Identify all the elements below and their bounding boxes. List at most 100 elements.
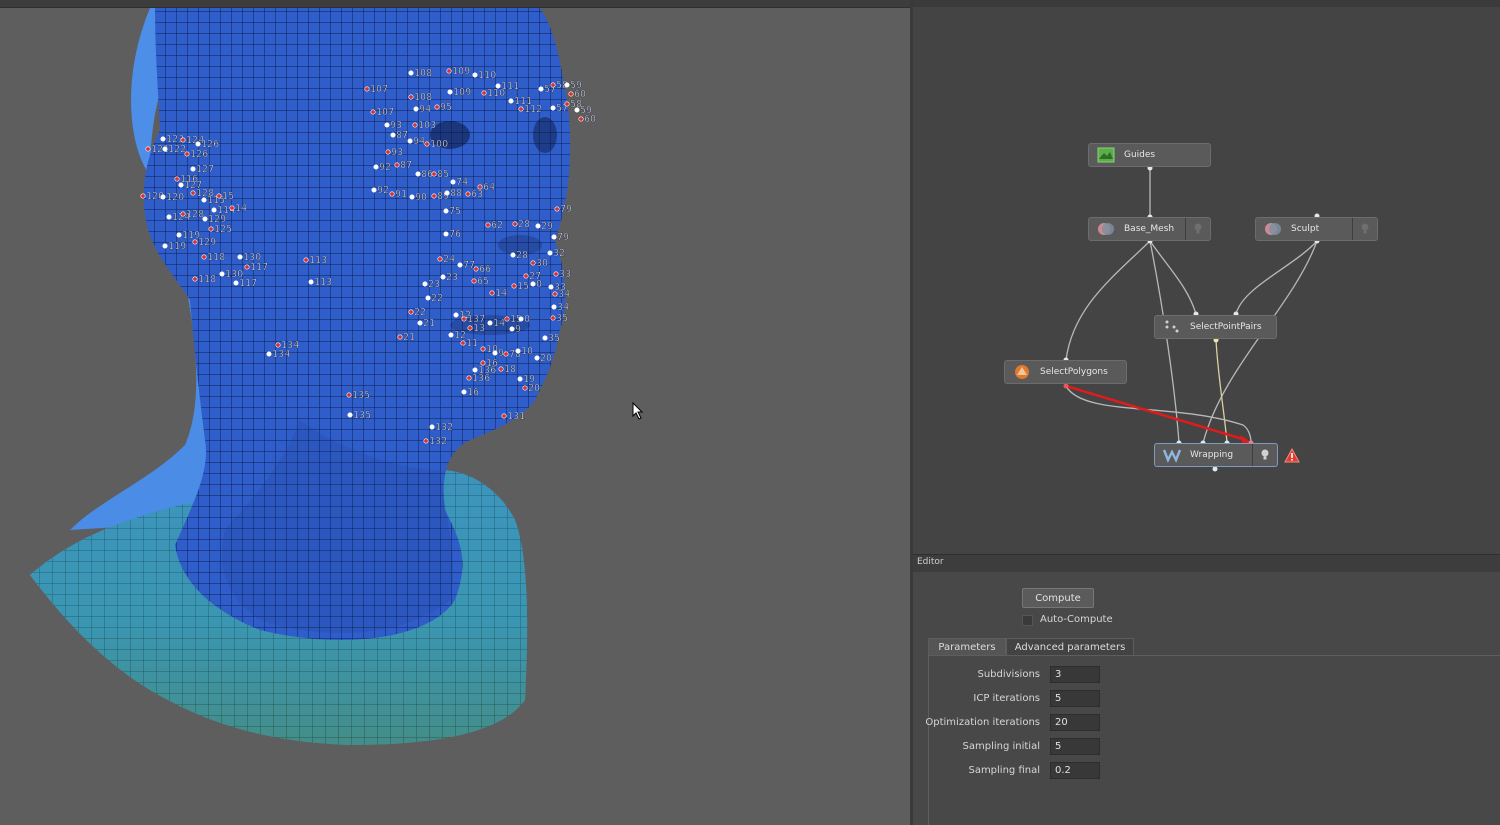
landmark-label: 23 — [428, 279, 440, 290]
landmark-label: 117 — [239, 278, 257, 289]
landmark-label: 15 — [517, 281, 529, 292]
guides-icon — [1097, 147, 1115, 163]
landmark-marker — [530, 260, 536, 266]
node-label: SelectPointPairs — [1190, 322, 1262, 332]
landmark-marker — [389, 191, 395, 197]
landmark-label: 14 — [493, 318, 505, 329]
landmark-marker — [408, 94, 414, 100]
sampling-initial-field[interactable]: 5 — [1050, 738, 1100, 755]
landmark-marker — [216, 193, 222, 199]
landmark-marker — [160, 136, 166, 142]
landmark-marker — [244, 264, 250, 270]
visibility-bulb-icon[interactable] — [1191, 222, 1205, 236]
landmark-marker — [364, 86, 370, 92]
landmark-marker — [538, 86, 544, 92]
landmark-marker — [408, 70, 414, 76]
auto-compute-label: Auto-Compute — [1040, 614, 1113, 625]
node-base-mesh[interactable]: Base_Mesh — [1088, 217, 1211, 241]
landmark-label: 90 — [415, 192, 427, 203]
landmark-label: 63 — [471, 189, 483, 200]
landmark-label: 107 — [376, 107, 394, 118]
landmark-marker — [385, 149, 391, 155]
landmark-marker — [457, 262, 463, 268]
landmark-marker — [422, 281, 428, 287]
landmark-marker — [140, 193, 146, 199]
landmark-marker — [473, 266, 479, 272]
landmark-marker — [510, 252, 516, 258]
node-label: Base_Mesh — [1124, 224, 1175, 234]
landmark-marker — [202, 216, 208, 222]
landmark-label: 107 — [370, 84, 388, 95]
landmark-marker — [508, 98, 514, 104]
landmark-marker — [550, 315, 556, 321]
landmark-marker — [415, 171, 421, 177]
subdivisions-field[interactable]: 3 — [1050, 666, 1100, 683]
node-guides[interactable]: Guides — [1088, 143, 1211, 167]
landmark-label: 120 — [166, 192, 184, 203]
landmark-marker — [443, 208, 449, 214]
compute-button[interactable]: Compute — [1022, 588, 1094, 608]
warning-triangle-icon[interactable] — [1284, 448, 1300, 463]
node-sculpt[interactable]: Sculpt — [1255, 217, 1378, 241]
landmark-label: 128 — [186, 209, 204, 220]
landmark-label: 135 — [352, 390, 370, 401]
editor-panel: Compute Auto-Compute Parameters Advanced… — [913, 572, 1500, 825]
node-label: Wrapping — [1190, 450, 1234, 460]
icp-iterations-field[interactable]: 5 — [1050, 690, 1100, 707]
landmark-marker — [460, 340, 466, 346]
node-wrapping[interactable]: Wrapping — [1154, 443, 1278, 467]
landmark-label: 95 — [440, 102, 452, 113]
landmark-label: 92 — [377, 185, 389, 196]
landmark-marker — [487, 320, 493, 326]
tab-parameters[interactable]: Parameters — [928, 638, 1006, 656]
landmark-marker — [347, 412, 353, 418]
landmark-marker — [503, 351, 509, 357]
landmark-marker — [511, 283, 517, 289]
landmark-marker — [453, 312, 459, 318]
landmark-marker — [446, 68, 452, 74]
node-graph-panel[interactable]: Guides Base_Mesh Sculpt SelectPointPairs — [913, 7, 1500, 554]
node-select-polygons[interactable]: SelectPolygons — [1004, 360, 1127, 384]
landmark-marker — [542, 335, 548, 341]
viewport-tab-strip — [0, 0, 910, 8]
landmark-label: 134 — [272, 349, 290, 360]
tab-advanced-parameters[interactable]: Advanced parameters — [1006, 638, 1134, 656]
landmark-marker — [195, 141, 201, 147]
visibility-bulb-icon[interactable] — [1358, 222, 1372, 236]
landmark-label: 86 — [421, 169, 433, 180]
optimization-iterations-label: Optimization iterations — [925, 717, 1040, 728]
auto-compute-checkbox[interactable] — [1022, 615, 1033, 626]
params-frame — [928, 656, 929, 825]
landmark-marker — [425, 295, 431, 301]
landmark-marker — [450, 179, 456, 185]
sampling-final-field[interactable]: 0.2 — [1050, 762, 1100, 779]
landmark-label: 93 — [391, 147, 403, 158]
landmark-marker — [515, 348, 521, 354]
landmark-label: 10 — [521, 346, 533, 357]
landmark-marker — [553, 271, 559, 277]
mesh-icon — [1265, 223, 1281, 235]
landmark-label: 125 — [214, 224, 232, 235]
landmark-label: 131 — [507, 411, 525, 422]
landmark-label: 35 — [556, 313, 568, 324]
landmark-marker — [443, 231, 449, 237]
landmark-marker — [518, 106, 524, 112]
landmark-marker — [444, 190, 450, 196]
3d-viewport[interactable]: 107 108 109 110 108 109 110 111 107 94 95 111 112 57 5… — [0, 8, 910, 825]
landmark-label: 34 — [557, 302, 569, 313]
landmark-label: 28 — [518, 219, 530, 230]
landmark-marker — [431, 171, 437, 177]
landmark-marker — [233, 280, 239, 286]
landmark-label: 74 — [456, 177, 468, 188]
optimization-iterations-field[interactable]: 20 — [1050, 714, 1100, 731]
node-select-point-pairs[interactable]: SelectPointPairs — [1154, 315, 1277, 339]
landmark-marker — [461, 389, 467, 395]
landmark-marker — [308, 279, 314, 285]
mouse-cursor-icon — [632, 402, 644, 420]
landmark-marker — [178, 182, 184, 188]
landmark-marker — [237, 254, 243, 260]
landmark-label: 118 — [198, 274, 216, 285]
visibility-bulb-icon[interactable] — [1258, 448, 1272, 462]
editor-title: Editor — [917, 557, 944, 567]
graph-header — [913, 0, 1500, 7]
